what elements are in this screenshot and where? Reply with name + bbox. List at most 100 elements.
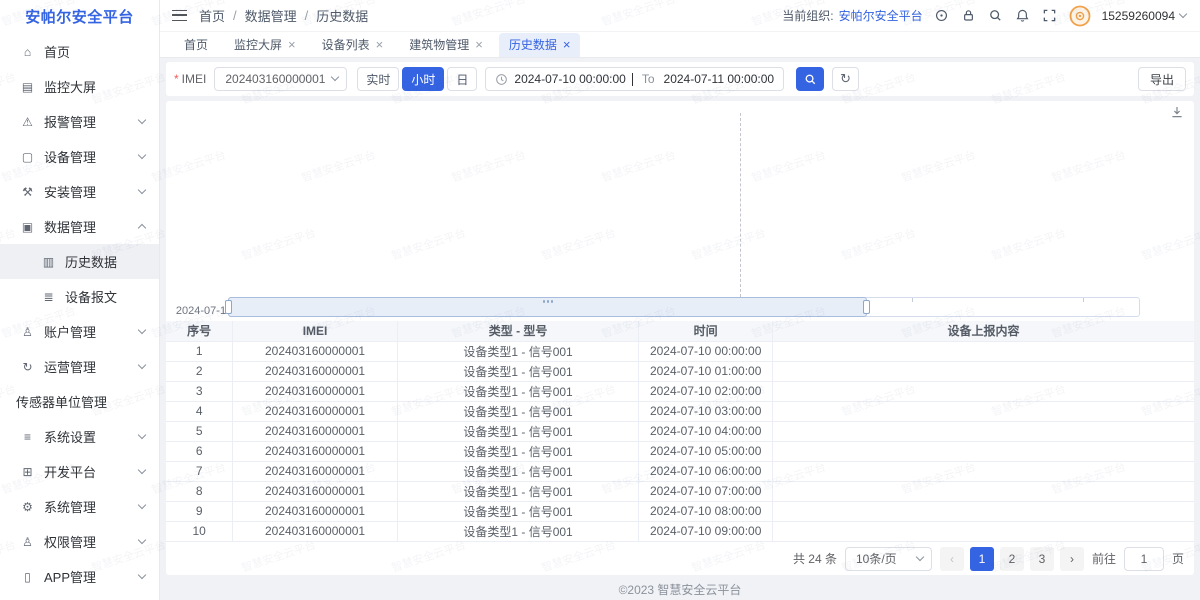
page-button-3[interactable]: 3 — [1030, 547, 1054, 571]
history-table: 序号IMEI类型 - 型号时间设备上报内容 1202403160000001设备… — [166, 321, 1194, 542]
table-cell: 202403160000001 — [233, 401, 397, 421]
imei-select[interactable]: 202403160000001 — [214, 67, 347, 91]
sidebar-item-label: 权限管理 — [44, 532, 139, 551]
avatar[interactable] — [1069, 5, 1091, 27]
granularity-toggle: 实时小时日 — [357, 67, 477, 91]
export-button[interactable]: 导出 — [1138, 67, 1186, 91]
save-image-icon[interactable] — [1170, 105, 1184, 119]
tab-label: 历史数据 — [509, 36, 557, 53]
table-row: 10202403160000001设备类型1 - 信号0012024-07-10… — [166, 521, 1194, 541]
sidebar-item-dev-platform[interactable]: ⊞ 开发平台 — [0, 454, 159, 489]
page-button-2[interactable]: 2 — [1000, 547, 1024, 571]
breadcrumb: 首页 / 数据管理 / 历史数据 — [199, 6, 368, 25]
sidebar-item-home[interactable]: ⌂首页 — [0, 34, 159, 69]
datazoom-left-handle[interactable] — [225, 300, 232, 314]
tab-label: 设备列表 — [322, 36, 370, 53]
fullscreen-icon[interactable] — [1042, 8, 1058, 24]
close-tab-icon[interactable]: × — [288, 38, 296, 51]
table-cell: 202403160000001 — [233, 521, 397, 541]
datazoom-right-handle[interactable] — [863, 300, 870, 314]
sidebar-item-system[interactable]: ⚙系统管理 — [0, 489, 159, 524]
chevron-down-icon — [138, 536, 146, 544]
tab-building[interactable]: 建筑物管理× — [399, 33, 493, 57]
table-row: 7202403160000001设备类型1 - 信号0012024-07-10 … — [166, 461, 1194, 481]
goto-page-input[interactable] — [1124, 547, 1164, 571]
sidebar-item-history-data[interactable]: ▥历史数据 — [0, 244, 159, 279]
prev-page-button[interactable]: ‹ — [940, 547, 964, 571]
sidebar-item-label: 开发平台 — [44, 462, 139, 481]
table-cell: 2024-07-10 04:00:00 — [639, 421, 773, 441]
target-icon[interactable] — [934, 8, 950, 24]
total-count: 共 24 条 — [793, 550, 837, 567]
table-cell — [772, 341, 1194, 361]
breadcrumb-data-management[interactable]: 数据管理 — [245, 6, 297, 25]
page-size-select[interactable]: 10条/页 — [845, 547, 932, 571]
bell-icon[interactable] — [1015, 8, 1031, 24]
sidebar-item-data[interactable]: ▣数据管理 — [0, 209, 159, 244]
table-cell: 2024-07-10 07:00:00 — [639, 481, 773, 501]
current-org-link[interactable]: 安帕尔安全平台 — [839, 7, 923, 24]
date-range-picker[interactable]: 2024-07-10 00:00:00 To 2024-07-11 00:00:… — [485, 67, 784, 91]
dev-icon: ⊞ — [20, 465, 35, 479]
sidebar-item-device[interactable]: ▢设备管理 — [0, 139, 159, 174]
mode-button-1[interactable]: 小时 — [402, 67, 444, 91]
install-icon: ⚒ — [20, 185, 35, 199]
pagination: 共 24 条 10条/页 ‹123› 前往 页 — [166, 542, 1194, 576]
search-button[interactable] — [796, 67, 824, 91]
sidebar: 安帕尔安全平台 ⌂首页▤监控大屏⚠报警管理▢设备管理⚒安装管理▣数据管理▥历史数… — [0, 0, 160, 600]
range-end-input[interactable]: 2024-07-11 00:00:00 — [664, 72, 775, 86]
imei-label: * IMEI — [174, 72, 206, 86]
close-tab-icon[interactable]: × — [376, 38, 384, 51]
sidebar-item-permission[interactable]: ♙权限管理 — [0, 524, 159, 559]
mode-button-2[interactable]: 日 — [447, 67, 477, 91]
current-org-label: 当前组织: — [782, 7, 833, 24]
tab-monitor[interactable]: 监控大屏 × — [224, 33, 306, 57]
table-cell: 202403160000001 — [233, 381, 397, 401]
sidebar-item-label: APP管理 — [44, 567, 139, 586]
column-header-3: 时间 — [639, 321, 773, 341]
table-cell: 2024-07-10 03:00:00 — [639, 401, 773, 421]
mode-button-0[interactable]: 实时 — [357, 67, 399, 91]
breadcrumb-home[interactable]: 首页 — [199, 6, 225, 25]
sidebar-item-install[interactable]: ⚒安装管理 — [0, 174, 159, 209]
sidebar-item-label: 设备报文 — [65, 287, 145, 306]
table-cell: 2024-07-10 08:00:00 — [639, 501, 773, 521]
table-cell: 202403160000001 — [233, 461, 397, 481]
next-page-button[interactable]: › — [1060, 547, 1084, 571]
range-start-input[interactable]: 2024-07-10 00:00:00 — [514, 72, 625, 86]
history-icon: ▥ — [41, 255, 56, 269]
brand-logo: 安帕尔安全平台 — [0, 0, 159, 32]
data-icon: ▣ — [20, 220, 35, 234]
page-button-1[interactable]: 1 — [970, 547, 994, 571]
table-row: 3202403160000001设备类型1 - 信号0012024-07-10 … — [166, 381, 1194, 401]
sidebar-item-operation[interactable]: ↻运营管理 — [0, 349, 159, 384]
close-tab-icon[interactable]: × — [475, 38, 483, 51]
refresh-button[interactable]: ↻ — [832, 67, 859, 91]
search-icon[interactable] — [988, 8, 1004, 24]
app-root: 智慧安全云平台智慧安全云平台智慧安全云平台智慧安全云平台智慧安全云平台智慧安全云… — [0, 0, 1200, 600]
sidebar-item-account[interactable]: ♙账户管理 — [0, 314, 159, 349]
sidebar-item-app[interactable]: ▯ APP管理 — [0, 559, 159, 594]
lock-icon[interactable] — [961, 8, 977, 24]
close-tab-icon[interactable]: × — [563, 38, 571, 51]
tab-home[interactable]: 首页 — [174, 33, 218, 57]
sidebar-item-monitor[interactable]: ▤监控大屏 — [0, 69, 159, 104]
datazoom-selection[interactable] — [228, 297, 867, 317]
sidebar-item-device-message[interactable]: ≣ 设备报文 — [0, 279, 159, 314]
sidebar-item-alarm[interactable]: ⚠报警管理 — [0, 104, 159, 139]
collapse-menu-icon[interactable] — [172, 10, 187, 21]
sidebar-item-settings[interactable]: ≡系统设置 — [0, 419, 159, 454]
message-icon: ≣ — [41, 290, 56, 304]
table-cell: 10 — [166, 521, 233, 541]
user-dropdown[interactable]: 15259260094 — [1102, 9, 1186, 23]
table-cell: 202403160000001 — [233, 481, 397, 501]
table-cell: 设备类型1 - 信号001 — [397, 441, 639, 461]
tab-history-data[interactable]: 历史数据 × — [499, 33, 581, 57]
user-phone: 15259260094 — [1102, 9, 1175, 23]
tab-label: 监控大屏 — [234, 36, 282, 53]
table-cell: 设备类型1 - 信号001 — [397, 381, 639, 401]
app-icon: ▯ — [20, 570, 35, 584]
data-card: 2024-07-10 00:00:002024-07-10 03:00:0020… — [166, 101, 1194, 575]
chevron-down-icon — [138, 501, 146, 509]
tab-device-list[interactable]: 设备列表 × — [312, 33, 394, 57]
